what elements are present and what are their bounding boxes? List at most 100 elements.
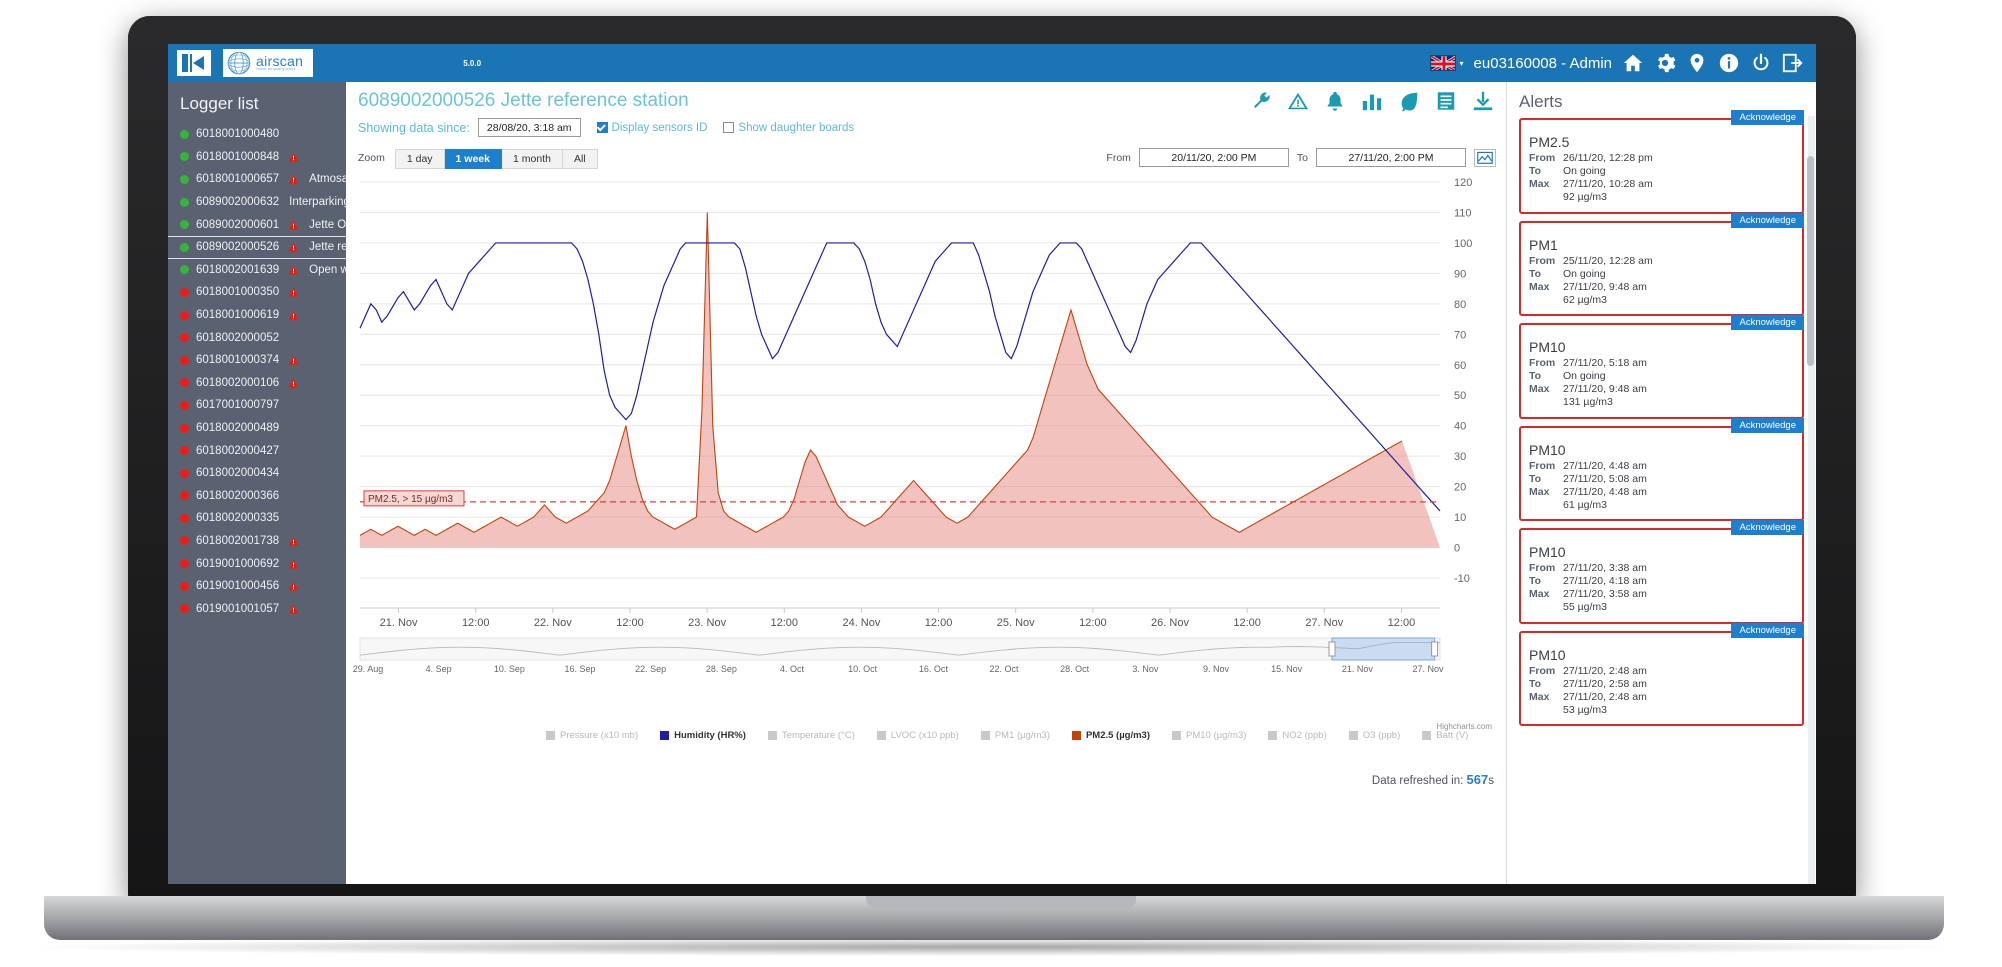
show-daughter-boards-checkbox[interactable]	[723, 122, 735, 133]
alert-to-value: On going	[1563, 370, 1606, 383]
logger-item-6019001000692[interactable]: 6019001000692	[168, 552, 346, 575]
sidebar-collapse-button[interactable]	[177, 50, 211, 76]
gear-icon[interactable]	[1654, 52, 1676, 74]
logger-item-6018001000848[interactable]: 6018001000848	[168, 146, 346, 169]
acknowledge-button[interactable]: Acknowledge	[1731, 417, 1804, 433]
info-icon[interactable]	[1718, 52, 1740, 74]
logger-item-6018002000335[interactable]: 6018002000335	[168, 507, 346, 530]
leaf-icon[interactable]	[1398, 90, 1420, 112]
svg-text:10: 10	[1454, 512, 1466, 524]
logger-item-6018001000480[interactable]: 6018001000480	[168, 123, 346, 146]
status-dot-red	[180, 513, 189, 523]
logout-icon[interactable]	[1782, 52, 1804, 74]
logger-id: 6018002000106	[196, 376, 280, 389]
from-label: From	[1106, 151, 1131, 164]
refresh-seconds: 567	[1466, 772, 1489, 787]
alert-max-row: Max 27/11/20, 10:28 am 92 µg/m3	[1529, 178, 1794, 204]
acknowledge-button[interactable]: Acknowledge	[1731, 212, 1804, 228]
logger-item-6018002000366[interactable]: 6018002000366	[168, 485, 346, 508]
date-range-group: From 20/11/20, 2:00 PM To 27/11/20, 2:00…	[1106, 148, 1496, 167]
alert-max-reading: 61 µg/m3	[1563, 498, 1607, 511]
svg-text:12:00: 12:00	[771, 617, 799, 629]
legend-item-no2-ppb-[interactable]: NO2 (ppb)	[1268, 730, 1327, 741]
logger-item-6017001000797[interactable]: 6017001000797	[168, 394, 346, 417]
alert-from-row: From 25/11/20, 12:28 am	[1529, 255, 1794, 268]
display-sensors-id-checkbox[interactable]	[596, 122, 608, 133]
since-date-input[interactable]: 28/08/20, 3:18 am	[477, 118, 581, 137]
calendar-picker-button[interactable]	[1474, 148, 1496, 167]
logger-item-6018002001639[interactable]: 6018002001639 Open workspace	[168, 259, 346, 282]
legend-item-pm10-g-m3-[interactable]: PM10 (µg/m3)	[1172, 730, 1246, 741]
logger-item-6018001000350[interactable]: 6018001000350	[168, 281, 346, 304]
document-icon[interactable]	[1435, 90, 1457, 112]
warning-icon	[288, 242, 299, 252]
logger-item-6018001000657[interactable]: 6018001000657 Atmosafe test	[168, 168, 346, 191]
alert-pollutant: PM1	[1529, 236, 1558, 253]
power-icon[interactable]	[1750, 52, 1772, 74]
alert-max-value: 27/11/20, 2:48 am 53 µg/m3	[1563, 691, 1794, 717]
svg-text:26. Nov: 26. Nov	[1151, 617, 1189, 629]
svg-text:21. Nov: 21. Nov	[1342, 664, 1374, 674]
to-date-input[interactable]: 27/11/20, 2:00 PM	[1316, 148, 1466, 167]
alert-max-reading: 62 µg/m3	[1563, 293, 1607, 306]
brand-logo[interactable]: airscan indoor air quality check	[223, 49, 314, 77]
logger-item-6018002000427[interactable]: 6018002000427	[168, 439, 346, 462]
logger-item-6089002000632[interactable]: 6089002000632 Interparking reference	[168, 191, 346, 214]
acknowledge-button[interactable]: Acknowledge	[1731, 622, 1804, 638]
legend-item-pressure-x10-mb-[interactable]: Pressure (x10 mb)	[546, 730, 638, 741]
location-pin-icon[interactable]	[1686, 52, 1708, 74]
legend-item-temperature-c-[interactable]: Temperature (°C)	[767, 730, 855, 741]
legend-item-lvoc-x10-ppb-[interactable]: LVOC (x10 ppb)	[876, 730, 959, 741]
wrench-icon[interactable]	[1250, 90, 1272, 112]
warning-triangle-icon[interactable]	[1287, 90, 1309, 112]
status-dot-red	[180, 581, 189, 591]
legend-label: O3 (ppb)	[1362, 730, 1401, 741]
zoom-button-1-week[interactable]: 1 week	[444, 148, 502, 169]
home-icon[interactable]	[1622, 52, 1644, 74]
alert-card: Acknowledge PM10 From 27/11/20, 5:18 am To On…	[1519, 315, 1804, 419]
legend-label: LVOC (x10 ppb)	[890, 730, 959, 741]
acknowledge-button[interactable]: Acknowledge	[1731, 315, 1804, 330]
logger-item-6018001000374[interactable]: 6018001000374	[168, 349, 346, 372]
legend-item-batt-v-[interactable]: Batt (V)	[1422, 730, 1468, 741]
download-icon[interactable]	[1472, 90, 1494, 112]
bell-icon[interactable]	[1324, 90, 1346, 112]
logger-item-6019001000456[interactable]: 6019001000456	[168, 575, 346, 598]
logger-item-6018002001738[interactable]: 6018002001738	[168, 530, 346, 553]
alert-from-row: From 27/11/20, 4:48 am	[1529, 460, 1794, 473]
humidity-line	[359, 242, 1441, 512]
legend-item-o3-ppb-[interactable]: O3 (ppb)	[1348, 730, 1401, 741]
zoom-button-1-month[interactable]: 1 month	[501, 148, 563, 169]
acknowledge-button[interactable]: Acknowledge	[1731, 520, 1804, 535]
chart-canvas: -10 0 10 20 30 40 50 60 70 80 90 100 110 120 PM2.5, > …	[353, 177, 1473, 674]
logger-item-6018002000106[interactable]: 6018002000106	[168, 372, 346, 395]
legend-item-humidity-hr-[interactable]: Humidity (HR%)	[660, 730, 746, 741]
acknowledge-button[interactable]: Acknowledge	[1731, 110, 1804, 125]
laptop-base-notch	[866, 896, 1136, 909]
legend-item-pm1-g-m3-[interactable]: PM1 (µg/m3)	[980, 730, 1050, 741]
legend-item-pm2-5-g-m3-[interactable]: PM2.5 (µg/m3)	[1071, 730, 1150, 741]
zoom-button-1-day[interactable]: 1 day	[394, 148, 445, 169]
logger-item-6018002000434[interactable]: 6018002000434	[168, 462, 346, 485]
logger-item-6018002000052[interactable]: 6018002000052	[168, 326, 346, 349]
alert-from-label: From	[1529, 254, 1556, 267]
alerts-scrollbar-track[interactable]	[1807, 116, 1815, 884]
chevron-down-icon[interactable]: ▾	[1460, 59, 1464, 68]
alert-from-label: From	[1529, 357, 1556, 369]
airscan-app: airscan indoor air quality check 5.0.0 ▾…	[168, 44, 1816, 884]
from-date-input[interactable]: 20/11/20, 2:00 PM	[1138, 148, 1289, 167]
alerts-scrollbar-thumb[interactable]	[1807, 156, 1814, 366]
logger-item-6018001000619[interactable]: 6018001000619	[168, 304, 346, 327]
alert-max-time: 27/11/20, 4:48 am	[1563, 485, 1647, 498]
alert-card: Acknowledge PM10 From 27/11/20, 4:48 am To 27…	[1519, 417, 1804, 521]
alert-from-value: 27/11/20, 4:48 am	[1563, 459, 1647, 472]
logger-item-6089002000601[interactable]: 6089002000601 Jette Outdoor	[168, 213, 346, 236]
zoom-button-all[interactable]: All	[562, 148, 598, 169]
language-flag-icon[interactable]	[1429, 55, 1456, 71]
logger-item-6089002000526[interactable]: 6089002000526 Jette reference station	[168, 235, 346, 259]
logger-item-6019001001057[interactable]: 6019001001057	[168, 597, 346, 620]
bar-chart-icon[interactable]	[1361, 90, 1383, 112]
timeseries-chart[interactable]: -10 0 10 20 30 40 50 60 70 80 90 100 110 120 PM2.5, > …	[352, 174, 1500, 814]
since-row: Showing data since: 28/08/20, 3:18 am Di…	[358, 118, 854, 137]
logger-item-6018002000489[interactable]: 6018002000489	[168, 417, 346, 440]
